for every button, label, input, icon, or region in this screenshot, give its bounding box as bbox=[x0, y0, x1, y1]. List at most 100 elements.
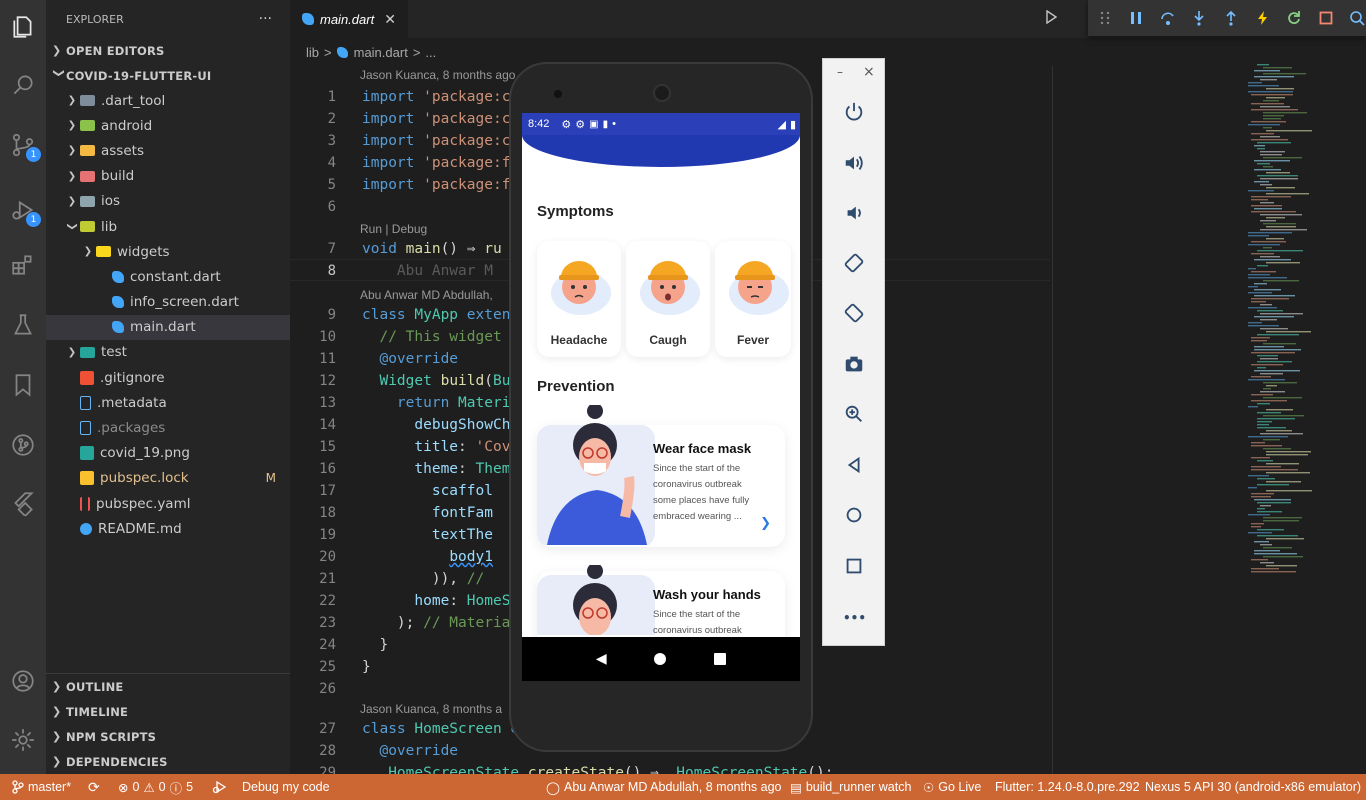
flutter-icon[interactable] bbox=[8, 488, 38, 518]
symptom-card-headache[interactable]: Headache bbox=[537, 241, 621, 357]
task-status[interactable]: ▤ build_runner watch bbox=[790, 780, 911, 795]
line-number: 21 bbox=[319, 571, 336, 587]
breadcrumb-symbol[interactable]: ... bbox=[425, 45, 436, 60]
back-icon[interactable]: ◀ bbox=[596, 651, 607, 667]
breadcrumb-lib[interactable]: lib bbox=[306, 45, 319, 60]
dart-icon bbox=[112, 296, 124, 309]
minimap-line bbox=[1248, 325, 1279, 327]
minimap-line bbox=[1248, 514, 1270, 516]
flutter-version[interactable]: Flutter: 1.24.0-8.0.pre.292 bbox=[995, 780, 1140, 794]
tree-item-main-dart[interactable]: main.dart bbox=[46, 314, 290, 340]
minimize-button[interactable]: – bbox=[837, 65, 843, 79]
source-control-icon[interactable]: 1 bbox=[8, 130, 41, 162]
minimap-line bbox=[1266, 88, 1294, 90]
overview-icon[interactable] bbox=[841, 553, 867, 579]
minimap-line bbox=[1251, 559, 1268, 561]
outline-section[interactable]: ❯ OUTLINE bbox=[46, 674, 290, 699]
tree-item-assets[interactable]: ❯ assets bbox=[46, 138, 290, 163]
device-selector[interactable]: Nexus 5 API 30 (android-x86 emulator) bbox=[1145, 780, 1361, 794]
home-icon[interactable] bbox=[654, 653, 667, 665]
stop-icon[interactable] bbox=[1317, 9, 1335, 27]
git-blame-status[interactable]: ◯ Abu Anwar MD Abdullah, 8 months ago bbox=[546, 780, 782, 795]
git-graph-icon[interactable] bbox=[8, 430, 38, 460]
tree-item-android[interactable]: ❯ android bbox=[46, 113, 290, 138]
drag-handle-icon[interactable] bbox=[1096, 9, 1114, 27]
recents-icon[interactable] bbox=[714, 653, 727, 665]
debug-indicator[interactable]: Debug my code bbox=[212, 780, 330, 794]
npm-scripts-section[interactable]: ❯ NPM SCRIPTS bbox=[46, 724, 290, 749]
symptom-card-caugh[interactable]: Caugh bbox=[626, 241, 710, 357]
close-button[interactable]: × bbox=[863, 64, 875, 80]
sync-icon[interactable]: ⟳ bbox=[88, 779, 100, 796]
step-out-icon[interactable] bbox=[1222, 9, 1240, 27]
tree-item-build[interactable]: ❯ build bbox=[46, 164, 290, 189]
search-icon[interactable] bbox=[8, 70, 38, 100]
explorer-icon[interactable] bbox=[8, 12, 38, 42]
open-editors-section[interactable]: ❯ OPEN EDITORS bbox=[46, 38, 290, 63]
minimap-line bbox=[1266, 193, 1309, 195]
run-debug-icon[interactable]: 1 bbox=[8, 195, 41, 227]
bookmark-icon[interactable] bbox=[8, 370, 38, 400]
minimap-line bbox=[1260, 433, 1303, 435]
breadcrumb-main-dart[interactable]: main.dart bbox=[354, 45, 408, 60]
dependencies-section[interactable]: ❯ DEPENDENCIES bbox=[46, 749, 290, 774]
power-icon[interactable] bbox=[841, 99, 867, 125]
tree-item-gitignore[interactable]: .gitignore bbox=[46, 365, 290, 390]
tree-item-ios[interactable]: ❯ ios bbox=[46, 189, 290, 214]
line-number: 24 bbox=[319, 637, 336, 653]
tree-item-constant-dart[interactable]: constant.dart bbox=[46, 264, 290, 289]
more-options-icon[interactable]: ••• bbox=[843, 611, 866, 625]
camera-icon[interactable] bbox=[841, 351, 867, 377]
codelens-run-debug[interactable]: Run | Debug bbox=[360, 222, 427, 236]
minimap-line bbox=[1263, 382, 1297, 384]
run-icon[interactable] bbox=[1044, 9, 1058, 25]
step-over-icon[interactable] bbox=[1159, 9, 1177, 27]
testing-icon[interactable] bbox=[8, 310, 38, 340]
settings-gear-icon[interactable] bbox=[8, 725, 38, 755]
inspect-widget-icon[interactable] bbox=[1349, 9, 1366, 27]
tree-item-label: constant.dart bbox=[130, 268, 221, 285]
go-live-button[interactable]: ☉ Go Live bbox=[923, 780, 981, 795]
prevention-card-mask[interactable]: Wear face mask Since the start of the co… bbox=[537, 405, 785, 547]
chevron-right-icon: ❯ bbox=[83, 246, 93, 258]
hot-reload-icon[interactable] bbox=[1254, 9, 1272, 27]
tab-main-dart[interactable]: main.dart ✕ bbox=[290, 0, 408, 38]
tree-item-covid-19-png[interactable]: covid_19.png bbox=[46, 441, 290, 466]
volume-up-icon[interactable] bbox=[841, 150, 867, 176]
tree-item-pubspec-lock[interactable]: pubspec.lock M bbox=[46, 466, 290, 491]
phone-screen[interactable]: 8:42 ⚙ ⚙ ▣ ▮ • ◢ ▮ Symptoms Headache Cau… bbox=[522, 113, 800, 681]
tree-item-dart-tool[interactable]: ❯ .dart_tool bbox=[46, 88, 290, 113]
tree-item-widgets[interactable]: ❯ widgets bbox=[46, 239, 290, 264]
extensions-icon[interactable] bbox=[8, 250, 38, 280]
tree-item-lib[interactable]: ❯ lib bbox=[46, 214, 290, 239]
zoom-icon[interactable] bbox=[841, 401, 867, 427]
volume-down-icon[interactable] bbox=[841, 200, 867, 226]
minimap-line bbox=[1251, 133, 1274, 135]
restart-icon[interactable] bbox=[1285, 9, 1303, 27]
explorer-more-button[interactable]: ··· bbox=[259, 11, 272, 27]
explorer-header: EXPLORER ··· bbox=[46, 0, 290, 38]
symptom-card-fever[interactable]: Fever bbox=[715, 241, 791, 357]
code-text: class MyApp exten bbox=[362, 307, 511, 323]
problems-indicator[interactable]: ⊗ 0 ⚠ 0 ⓘ 5 bbox=[118, 778, 193, 797]
pause-icon[interactable] bbox=[1128, 9, 1146, 27]
tab-close-icon[interactable]: ✕ bbox=[384, 11, 396, 28]
chevron-right-icon[interactable]: ❯ bbox=[760, 516, 771, 531]
tree-item-metadata[interactable]: .metadata bbox=[46, 390, 290, 415]
minimap[interactable] bbox=[1248, 60, 1338, 580]
tree-item-test[interactable]: ❯ test bbox=[46, 340, 290, 365]
tree-item-pubspec-yaml[interactable]: pubspec.yaml bbox=[46, 491, 290, 516]
branch-indicator[interactable]: master* bbox=[12, 780, 71, 794]
tree-item-packages[interactable]: .packages bbox=[46, 415, 290, 440]
step-into-icon[interactable] bbox=[1191, 9, 1209, 27]
home-icon[interactable] bbox=[841, 502, 867, 528]
accounts-icon[interactable] bbox=[8, 666, 38, 696]
tree-item-readme-md[interactable]: README.md bbox=[46, 516, 290, 541]
back-icon[interactable] bbox=[841, 452, 867, 478]
git-branch-icon bbox=[12, 780, 24, 794]
timeline-section[interactable]: ❯ TIMELINE bbox=[46, 699, 290, 724]
rotate-left-icon[interactable] bbox=[841, 250, 867, 276]
tree-item-info-screen-dart[interactable]: info_screen.dart bbox=[46, 290, 290, 315]
project-section[interactable]: ❯ COVID-19-FLUTTER-UI bbox=[46, 63, 290, 88]
rotate-right-icon[interactable] bbox=[841, 300, 867, 326]
